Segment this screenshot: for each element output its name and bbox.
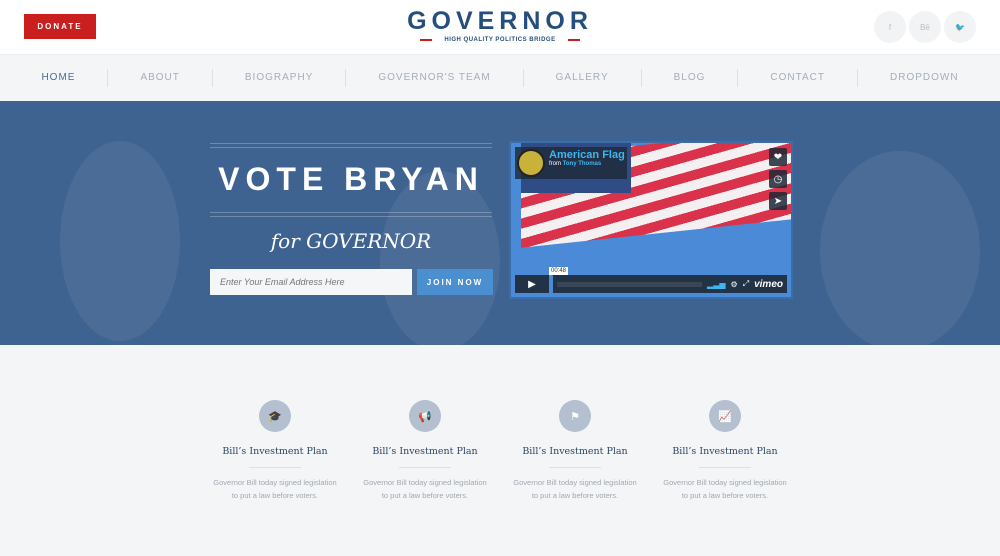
nav-gallery[interactable]: GALLERY xyxy=(524,69,642,87)
divider xyxy=(399,467,451,468)
nav-governors-team[interactable]: GOVERNOR'S TEAM xyxy=(346,69,524,87)
feature-card: 📈 Bill’s Investment Plan Governor Bill t… xyxy=(661,400,789,502)
logo[interactable]: GOVERNOR HIGH QUALITY POLITICS BRIDGE xyxy=(0,7,1000,43)
divider xyxy=(210,143,492,144)
feature-title[interactable]: Bill’s Investment Plan xyxy=(361,446,489,457)
main-nav: HOME ABOUT BIOGRAPHY GOVERNOR'S TEAM GAL… xyxy=(0,54,1000,101)
divider xyxy=(567,39,580,41)
fullscreen-icon[interactable]: ⤢ xyxy=(743,279,749,289)
megaphone-icon: 📢 xyxy=(409,400,441,432)
video-player[interactable]: American Flag from Tony Thomas ❤ ◷ ➤ ▶ 0… xyxy=(509,141,793,299)
hero: VOTE BRYAN for GOVERNOR JOIN NOW America… xyxy=(0,101,1000,345)
settings-icon[interactable]: ⚙ xyxy=(731,280,738,289)
header: DONATE GOVERNOR HIGH QUALITY POLITICS BR… xyxy=(0,0,1000,54)
nav-dropdown[interactable]: DROPDOWN xyxy=(858,69,991,87)
chart-line-icon: 📈 xyxy=(709,400,741,432)
twitter-icon[interactable]: 🐦 xyxy=(944,11,976,43)
background-photo xyxy=(820,151,980,345)
feature-text: Governor Bill today signed legislation t… xyxy=(663,478,787,500)
feature-title[interactable]: Bill’s Investment Plan xyxy=(511,446,639,457)
vimeo-logo[interactable]: vimeo xyxy=(754,279,783,290)
flag-icon: ⚑ xyxy=(559,400,591,432)
behance-icon[interactable]: Bē xyxy=(909,11,941,43)
divider xyxy=(210,147,492,148)
divider xyxy=(249,467,301,468)
feature-title[interactable]: Bill’s Investment Plan xyxy=(211,446,339,457)
divider xyxy=(549,467,601,468)
nav-about[interactable]: ABOUT xyxy=(108,69,213,87)
email-input[interactable] xyxy=(210,269,412,295)
feature-text: Governor Bill today signed legislation t… xyxy=(513,478,637,500)
background-photo xyxy=(60,141,180,341)
share-icon[interactable]: ➤ xyxy=(769,192,787,210)
feature-text: Governor Bill today signed legislation t… xyxy=(363,478,487,500)
video-author[interactable]: Tony Thomas xyxy=(563,161,602,167)
heart-icon[interactable]: ❤ xyxy=(769,148,787,166)
feature-card: ⚑ Bill’s Investment Plan Governor Bill t… xyxy=(511,400,639,502)
social-links: f Bē 🐦 xyxy=(874,11,976,43)
divider xyxy=(420,39,433,41)
nav-biography[interactable]: BIOGRAPHY xyxy=(213,69,347,87)
avatar[interactable] xyxy=(517,149,545,177)
play-icon: ▶ xyxy=(528,278,536,290)
facebook-icon[interactable]: f xyxy=(874,11,906,43)
progress-bar[interactable] xyxy=(557,281,703,287)
logo-subtitle: HIGH QUALITY POLITICS BRIDGE xyxy=(444,37,556,43)
hero-title: VOTE BRYAN xyxy=(218,161,484,197)
nav-home[interactable]: HOME xyxy=(9,69,109,87)
divider xyxy=(210,212,492,213)
video-title[interactable]: American Flag xyxy=(545,149,625,161)
feature-card: 📢 Bill’s Investment Plan Governor Bill t… xyxy=(361,400,489,502)
volume-icon[interactable]: ▂▃▅ xyxy=(707,280,725,289)
feature-title[interactable]: Bill’s Investment Plan xyxy=(661,446,789,457)
hero-subtitle: for GOVERNOR xyxy=(270,229,432,253)
nav-contact[interactable]: CONTACT xyxy=(738,69,858,87)
logo-title: GOVERNOR xyxy=(407,7,593,35)
divider xyxy=(699,467,751,468)
play-button[interactable]: ▶ xyxy=(515,275,549,293)
features: 🎓 Bill’s Investment Plan Governor Bill t… xyxy=(0,400,1000,502)
feature-card: 🎓 Bill’s Investment Plan Governor Bill t… xyxy=(211,400,339,502)
join-now-button[interactable]: JOIN NOW xyxy=(417,269,493,295)
graduation-cap-icon: 🎓 xyxy=(259,400,291,432)
video-info: American Flag from Tony Thomas xyxy=(515,147,627,179)
feature-text: Governor Bill today signed legislation t… xyxy=(213,478,337,500)
nav-blog[interactable]: BLOG xyxy=(642,69,739,87)
divider xyxy=(210,216,492,217)
clock-icon[interactable]: ◷ xyxy=(769,170,787,188)
video-timestamp: 00:48 xyxy=(549,267,569,275)
